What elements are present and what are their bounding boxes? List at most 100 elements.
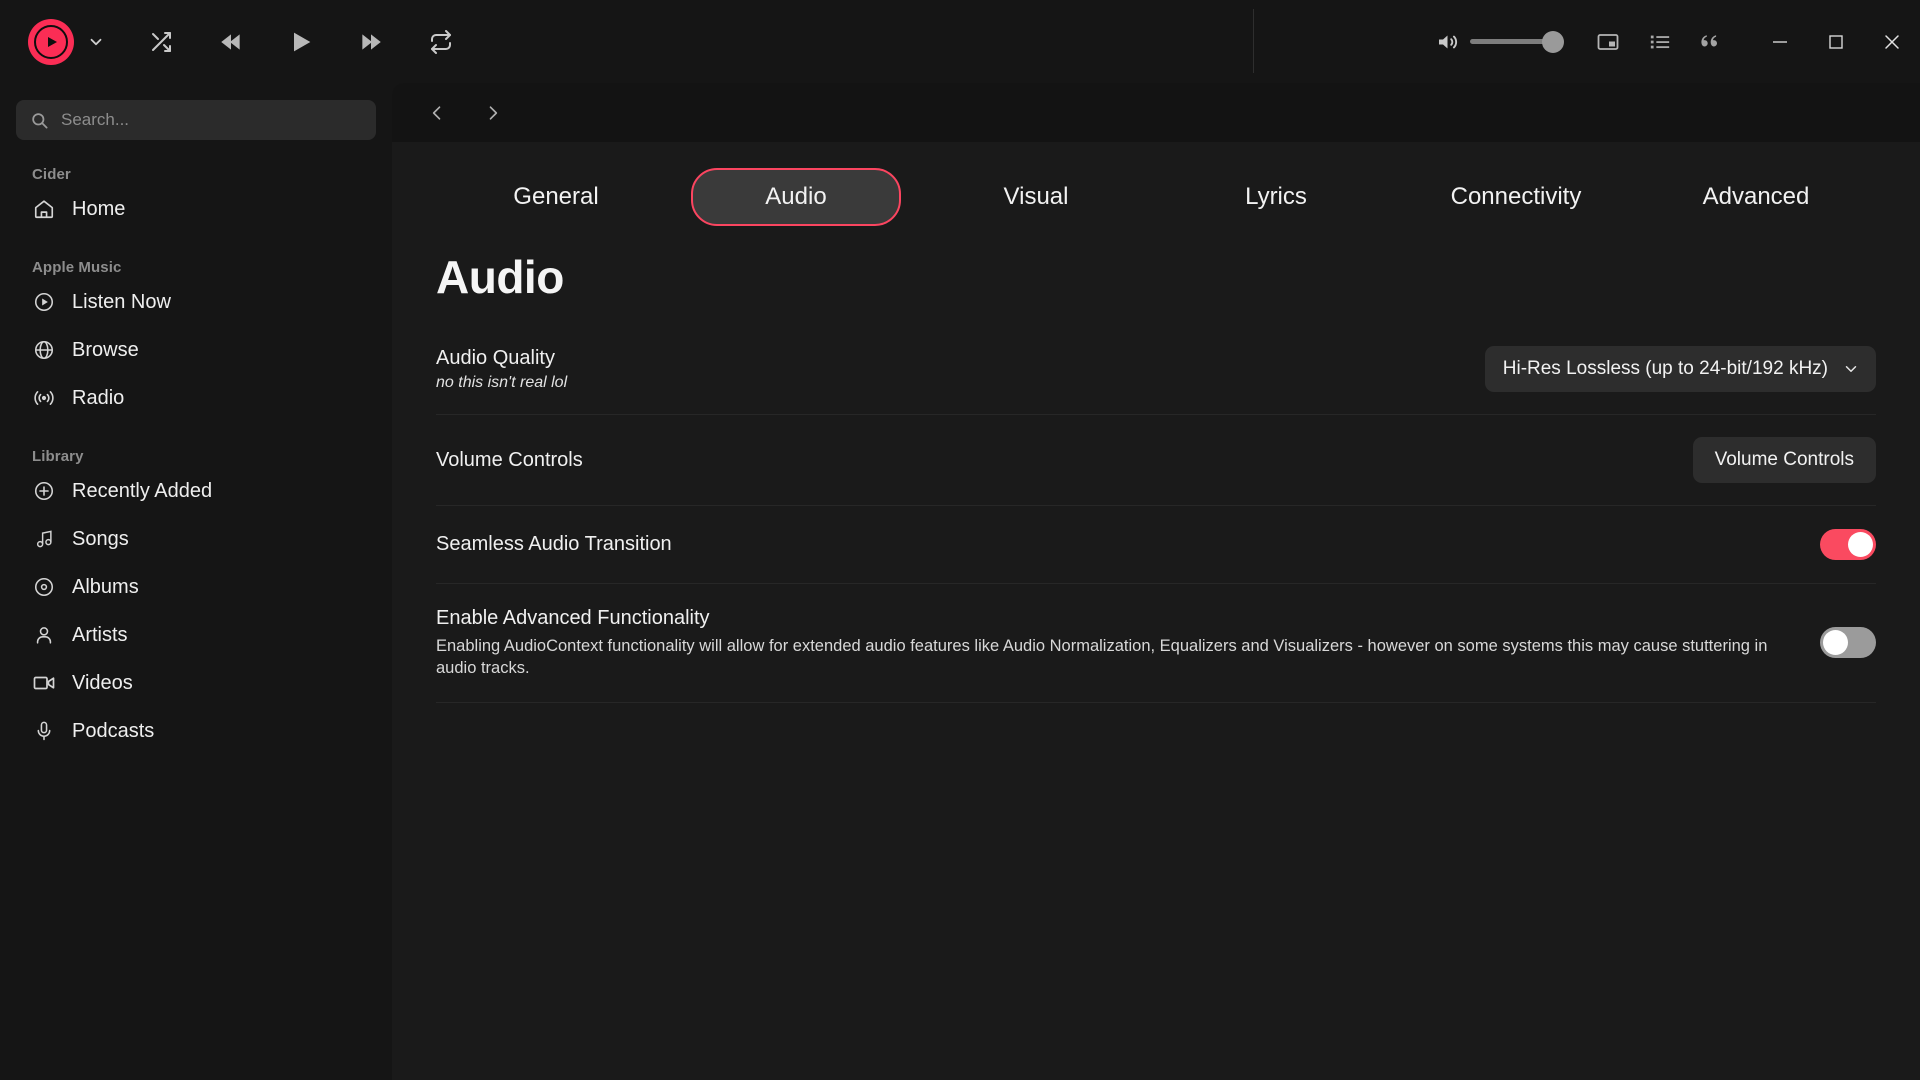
- miniplayer-icon: [1596, 30, 1620, 54]
- fast-forward-icon: [358, 29, 384, 55]
- sidebar-group-label-apple-music: Apple Music: [16, 259, 376, 276]
- setting-row-audio-quality: Audio Quality no this isn't real lol Hi-…: [436, 332, 1876, 415]
- sidebar-item-label: Recently Added: [72, 480, 212, 503]
- rewind-icon: [218, 29, 244, 55]
- next-button[interactable]: [350, 21, 392, 63]
- sidebar-item-songs[interactable]: Songs: [16, 515, 376, 563]
- queue-button[interactable]: [1634, 16, 1686, 68]
- search-icon: [30, 111, 49, 130]
- tab-visual[interactable]: Visual: [916, 168, 1156, 226]
- shuffle-button[interactable]: [140, 21, 182, 63]
- sidebar-item-label: Podcasts: [72, 720, 154, 743]
- volume-control[interactable]: [1436, 30, 1560, 54]
- titlebar-divider: [1253, 9, 1254, 73]
- sidebar-item-albums[interactable]: Albums: [16, 563, 376, 611]
- titlebar-right-controls: [1436, 0, 1920, 83]
- sidebar-item-radio[interactable]: Radio: [16, 374, 376, 422]
- toggle-knob: [1848, 532, 1873, 557]
- chevron-down-icon: [1842, 360, 1860, 378]
- chevron-down-icon[interactable]: [78, 22, 114, 62]
- sidebar-item-label: Albums: [72, 576, 139, 599]
- setting-title: Seamless Audio Transition: [436, 532, 672, 557]
- transport-controls: [140, 21, 462, 63]
- volume-slider[interactable]: [1470, 39, 1560, 44]
- setting-row-volume-controls: Volume Controls Volume Controls: [436, 415, 1876, 506]
- sidebar-item-home[interactable]: Home: [16, 185, 376, 233]
- volume-up-icon: [1436, 30, 1460, 54]
- setting-text: Volume Controls: [436, 448, 583, 473]
- forward-button[interactable]: [476, 96, 510, 130]
- cider-app-window: Cider Home Apple Music Listen Now Browse: [0, 0, 1920, 1080]
- sidebar: Cider Home Apple Music Listen Now Browse: [0, 83, 392, 1080]
- person-icon: [32, 623, 56, 647]
- minimize-button[interactable]: [1752, 14, 1808, 70]
- sidebar-group-label-cider: Cider: [16, 166, 376, 183]
- setting-text: Seamless Audio Transition: [436, 532, 672, 557]
- search-bar[interactable]: [16, 100, 376, 140]
- sidebar-item-label: Songs: [72, 528, 129, 551]
- microphone-icon: [32, 719, 56, 743]
- queue-list-icon: [1649, 31, 1671, 53]
- cider-play-logo-icon[interactable]: [28, 19, 74, 65]
- repeat-button[interactable]: [420, 21, 462, 63]
- video-camera-icon: [32, 671, 56, 695]
- tab-advanced[interactable]: Advanced: [1636, 168, 1876, 226]
- enable-advanced-functionality-toggle[interactable]: [1820, 627, 1876, 658]
- sidebar-item-label: Browse: [72, 339, 139, 362]
- setting-row-seamless-audio-transition: Seamless Audio Transition: [436, 506, 1876, 584]
- search-input[interactable]: [61, 110, 362, 130]
- tab-lyrics[interactable]: Lyrics: [1156, 168, 1396, 226]
- setting-description: Enabling AudioContext functionality will…: [436, 635, 1796, 680]
- sidebar-item-videos[interactable]: Videos: [16, 659, 376, 707]
- settings-tabs: General Audio Visual Lyrics Connectivity…: [392, 142, 1920, 230]
- sidebar-group-label-library: Library: [16, 448, 376, 465]
- play-circle-icon: [32, 290, 56, 314]
- miniplayer-button[interactable]: [1582, 16, 1634, 68]
- disc-icon: [32, 575, 56, 599]
- toggle-knob: [1823, 630, 1848, 655]
- back-button[interactable]: [420, 96, 454, 130]
- window-buttons: [1752, 14, 1920, 70]
- sidebar-item-label: Artists: [72, 624, 128, 647]
- tab-general[interactable]: General: [436, 168, 676, 226]
- main-panel: General Audio Visual Lyrics Connectivity…: [392, 83, 1920, 1080]
- volume-controls-button[interactable]: Volume Controls: [1693, 437, 1876, 483]
- repeat-icon: [429, 30, 453, 54]
- settings-content: General Audio Visual Lyrics Connectivity…: [392, 142, 1920, 1080]
- sidebar-item-podcasts[interactable]: Podcasts: [16, 707, 376, 755]
- minimize-icon: [1771, 33, 1789, 51]
- sidebar-item-label: Listen Now: [72, 291, 171, 314]
- sidebar-item-listen-now[interactable]: Listen Now: [16, 278, 376, 326]
- app-body: Cider Home Apple Music Listen Now Browse: [0, 83, 1920, 1080]
- globe-icon: [32, 338, 56, 362]
- sidebar-item-label: Home: [72, 198, 125, 221]
- play-button[interactable]: [280, 21, 322, 63]
- previous-button[interactable]: [210, 21, 252, 63]
- page-title: Audio: [392, 230, 1920, 304]
- audio-quality-value: Hi-Res Lossless (up to 24-bit/192 kHz): [1503, 358, 1828, 380]
- tab-audio[interactable]: Audio: [691, 168, 901, 226]
- close-icon: [1882, 32, 1902, 52]
- lyrics-button[interactable]: [1686, 16, 1738, 68]
- navigation-bar: [392, 83, 1920, 142]
- play-icon: [287, 28, 315, 56]
- music-note-icon: [32, 527, 56, 551]
- setting-text: Enable Advanced Functionality Enabling A…: [436, 606, 1796, 680]
- sidebar-item-artists[interactable]: Artists: [16, 611, 376, 659]
- close-button[interactable]: [1864, 14, 1920, 70]
- setting-text: Audio Quality no this isn't real lol: [436, 346, 567, 392]
- sidebar-item-browse[interactable]: Browse: [16, 326, 376, 374]
- sidebar-item-recently-added[interactable]: Recently Added: [16, 467, 376, 515]
- logo-triangle: [48, 37, 57, 47]
- setting-title: Audio Quality: [436, 346, 567, 371]
- tab-connectivity[interactable]: Connectivity: [1396, 168, 1636, 226]
- maximize-button[interactable]: [1808, 14, 1864, 70]
- audio-quality-select[interactable]: Hi-Res Lossless (up to 24-bit/192 kHz): [1485, 346, 1876, 392]
- seamless-audio-transition-toggle[interactable]: [1820, 529, 1876, 560]
- volume-slider-knob[interactable]: [1542, 31, 1564, 53]
- sidebar-item-label: Videos: [72, 672, 133, 695]
- chevron-right-icon: [483, 103, 503, 123]
- setting-row-enable-advanced-functionality: Enable Advanced Functionality Enabling A…: [436, 584, 1876, 703]
- settings-rows: Audio Quality no this isn't real lol Hi-…: [392, 332, 1920, 703]
- maximize-icon: [1827, 33, 1845, 51]
